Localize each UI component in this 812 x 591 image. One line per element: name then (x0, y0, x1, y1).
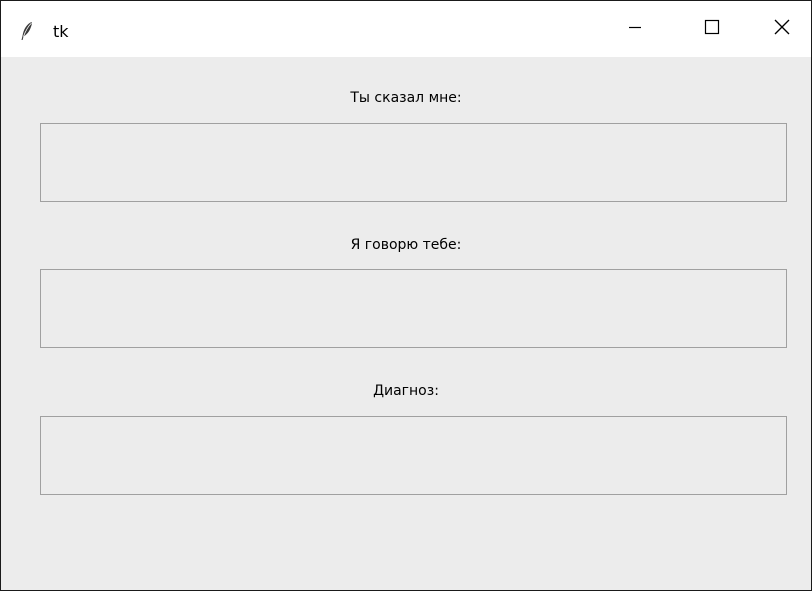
window-title: tk (53, 22, 69, 41)
minimize-button[interactable] (606, 1, 664, 57)
maximize-icon (704, 19, 720, 39)
i-say-label: Я говорю тебе: (350, 237, 462, 253)
app-window: tk Ты сказал мне: Я говорю тебе: Диагноз… (0, 0, 812, 591)
i-say-field[interactable] (40, 269, 787, 348)
diagnosis-field[interactable] (40, 416, 787, 495)
you-said-field[interactable] (40, 123, 787, 202)
minimize-icon (627, 19, 643, 39)
main-content: Ты сказал мне: Я говорю тебе: Диагноз: (1, 57, 811, 590)
close-button[interactable] (753, 1, 811, 57)
you-said-label: Ты сказал мне: (350, 90, 462, 106)
close-icon (773, 18, 791, 40)
diagnosis-label: Диагноз: (373, 383, 439, 399)
title-bar[interactable]: tk (1, 1, 811, 57)
feather-icon (19, 21, 35, 41)
maximize-button[interactable] (683, 1, 741, 57)
